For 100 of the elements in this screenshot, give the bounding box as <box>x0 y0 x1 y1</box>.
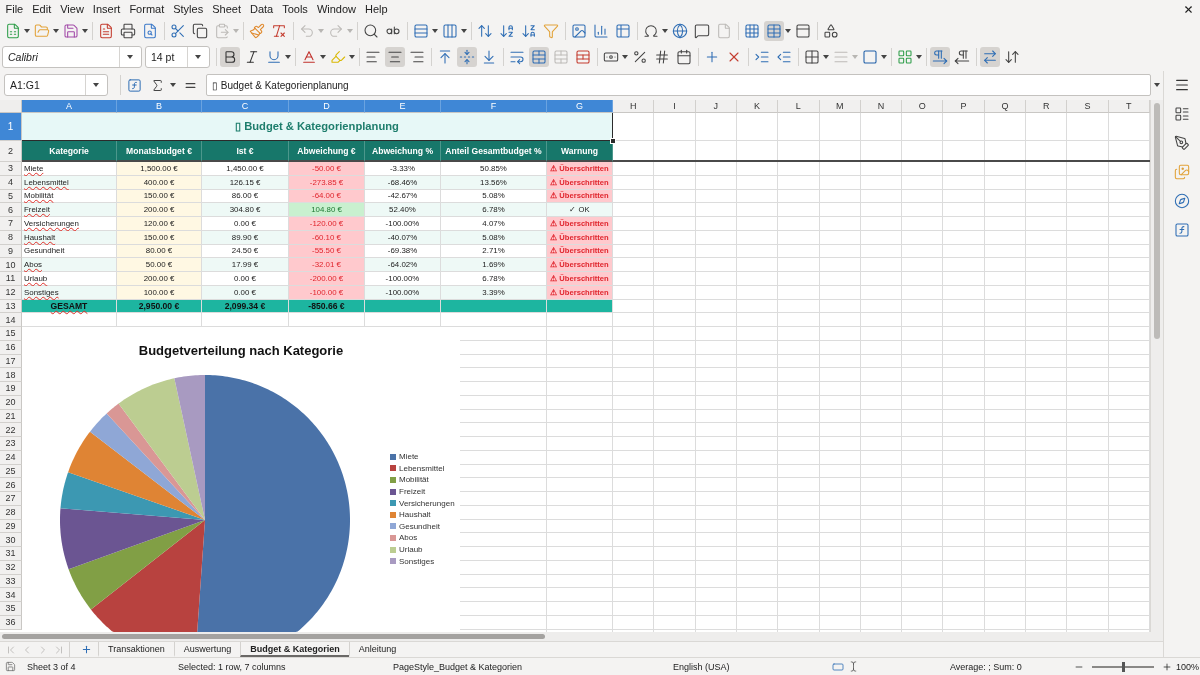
column-header[interactable]: L <box>778 100 820 113</box>
row-header[interactable]: 26 <box>0 478 22 492</box>
menu-item[interactable]: Data <box>245 3 278 15</box>
fill-handle[interactable] <box>610 138 616 144</box>
caret-icon[interactable] <box>662 28 668 33</box>
caret-icon[interactable] <box>320 55 326 59</box>
menu-item[interactable]: Format <box>124 3 169 15</box>
caret-icon[interactable] <box>93 83 99 87</box>
slider-thumb[interactable] <box>1121 661 1125 672</box>
row-header[interactable]: 15 <box>0 327 22 341</box>
row-header[interactable]: 35 <box>0 602 22 616</box>
sheet-title[interactable]: ▯ Budget & Kategorienplanung <box>22 113 613 141</box>
arrows-icon[interactable] <box>980 47 1000 67</box>
caret-icon[interactable] <box>432 28 438 33</box>
align-middle-icon[interactable] <box>457 47 477 67</box>
menu-item[interactable]: Tools <box>277 3 313 15</box>
text-cursor-icon[interactable] <box>848 661 859 672</box>
caret-icon[interactable] <box>24 28 30 33</box>
merge-cells-icon[interactable] <box>529 47 549 67</box>
caret-icon[interactable] <box>823 55 829 59</box>
column-header[interactable]: Q <box>984 100 1027 113</box>
column-header[interactable]: E <box>365 100 441 113</box>
sheet-tab[interactable]: Budget & Kategorien <box>240 642 349 657</box>
caret-icon[interactable] <box>461 28 467 33</box>
caret-icon[interactable] <box>916 55 922 59</box>
row-header[interactable]: 31 <box>0 547 22 561</box>
column-header[interactable]: G <box>547 100 613 113</box>
row-header[interactable]: 30 <box>0 533 22 547</box>
column-header[interactable]: I <box>654 100 696 113</box>
column-header[interactable]: D <box>289 100 365 113</box>
row-header[interactable]: 34 <box>0 588 22 602</box>
rectangle-icon[interactable] <box>832 660 844 673</box>
menu-item[interactable]: File <box>1 3 28 15</box>
close-icon[interactable] <box>1183 3 1194 15</box>
caret-icon[interactable] <box>127 55 133 59</box>
formula-input[interactable]: ▯ Budget & Kategorienplanung <box>206 74 1151 96</box>
caret-icon[interactable] <box>1154 83 1160 87</box>
column-header[interactable]: T <box>1108 100 1150 113</box>
column-header[interactable]: M <box>819 100 861 113</box>
menu-item[interactable]: Insert <box>88 3 125 15</box>
sheet-tab[interactable]: Anleitung <box>348 642 406 657</box>
menu-item[interactable]: Edit <box>27 3 56 15</box>
column-header[interactable]: P <box>943 100 985 113</box>
border-grid-icon[interactable] <box>802 47 822 67</box>
menu-item[interactable]: View <box>55 3 89 15</box>
column-header[interactable]: F <box>441 100 547 113</box>
caret-icon[interactable] <box>170 83 176 87</box>
compass-icon[interactable] <box>1172 191 1192 211</box>
column-header[interactable]: O <box>902 100 944 113</box>
column-header[interactable]: K <box>736 100 779 113</box>
row-header[interactable]: 18 <box>0 368 22 382</box>
row-header[interactable]: 23 <box>0 437 22 451</box>
pilcrow-icon[interactable] <box>930 47 950 67</box>
bold-icon[interactable] <box>220 47 240 67</box>
caret-icon[interactable] <box>82 28 88 33</box>
pen-icon[interactable] <box>1172 133 1192 153</box>
horizontal-scrollbar[interactable] <box>0 632 1163 641</box>
pilcrow-icon[interactable] <box>952 47 972 67</box>
caret-icon[interactable] <box>285 55 291 59</box>
list-panel-icon[interactable] <box>1172 104 1192 124</box>
align-center-icon[interactable] <box>385 47 405 67</box>
caret-icon[interactable] <box>195 55 201 59</box>
row-header[interactable]: 2 <box>0 141 22 162</box>
menu-item[interactable]: Window <box>312 3 361 15</box>
menu-item[interactable]: Help <box>360 3 393 15</box>
scrollbar-thumb[interactable] <box>2 634 545 639</box>
column-header[interactable]: A <box>22 100 117 113</box>
function-icon[interactable] <box>1172 220 1192 240</box>
column-header[interactable]: H <box>613 100 655 113</box>
caret-icon[interactable] <box>881 55 887 59</box>
font-size-box[interactable]: 14 pt <box>145 46 210 68</box>
row-header[interactable]: 1 <box>0 113 22 141</box>
scrollbar-thumb[interactable] <box>1154 103 1160 339</box>
menu-item[interactable]: Styles <box>168 3 208 15</box>
row-header[interactable]: 3 <box>0 162 22 176</box>
caret-icon[interactable] <box>53 28 59 33</box>
row-header[interactable]: 10 <box>0 258 22 272</box>
caret-icon[interactable] <box>349 55 355 59</box>
row-header[interactable]: 7 <box>0 217 22 231</box>
row-header[interactable]: 27 <box>0 492 22 506</box>
sheet-tab[interactable]: Auswertung <box>173 642 241 657</box>
column-header[interactable]: J <box>695 100 737 113</box>
caret-icon[interactable] <box>622 55 628 59</box>
column-header[interactable]: C <box>202 100 289 113</box>
cell-grid[interactable] <box>0 100 1150 632</box>
row-header[interactable]: 19 <box>0 382 22 396</box>
plus-icon[interactable] <box>80 643 92 656</box>
vertical-scrollbar[interactable] <box>1150 100 1163 632</box>
menu-item[interactable]: Sheet <box>207 3 246 15</box>
column-header[interactable]: B <box>117 100 202 113</box>
zoom-in-icon[interactable] <box>1162 661 1172 672</box>
sheet-tab[interactable]: Transaktionen <box>98 642 174 657</box>
calendar-icon[interactable] <box>674 47 694 67</box>
column-header[interactable]: S <box>1067 100 1109 113</box>
row-header[interactable]: 14 <box>0 313 22 327</box>
row-header[interactable]: 22 <box>0 423 22 437</box>
font-name-box[interactable]: Calibri <box>2 46 142 68</box>
row-header[interactable]: 11 <box>0 272 22 286</box>
caret-icon[interactable] <box>785 28 791 33</box>
column-header[interactable]: R <box>1026 100 1068 113</box>
